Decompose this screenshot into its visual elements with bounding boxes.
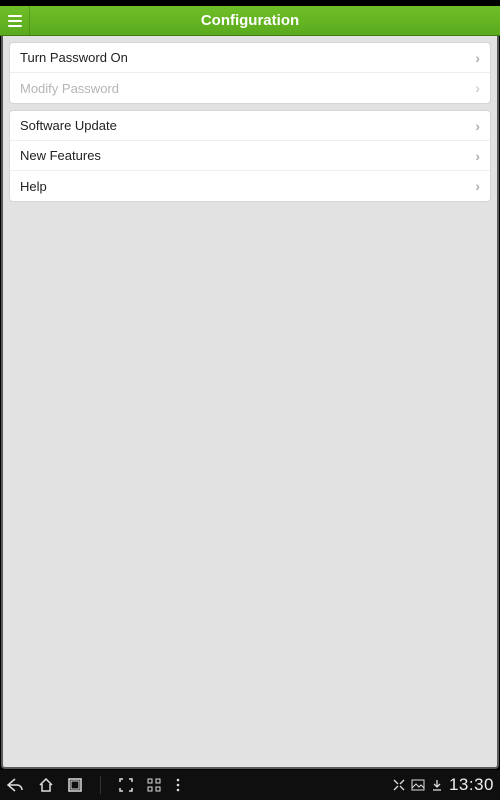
chevron-right-icon: › bbox=[475, 178, 480, 194]
app-header: Configuration bbox=[0, 6, 500, 36]
recents-icon[interactable] bbox=[68, 778, 82, 792]
row-turn-password-on[interactable]: Turn Password On › bbox=[10, 43, 490, 73]
fullscreen-icon[interactable] bbox=[393, 779, 405, 791]
gallery-icon bbox=[411, 779, 425, 791]
content-area: Turn Password On › Modify Password › Sof… bbox=[1, 36, 499, 769]
chevron-right-icon: › bbox=[475, 50, 480, 66]
navbar-right: 13:30 bbox=[393, 775, 494, 795]
screen: Configuration Turn Password On › Modify … bbox=[0, 0, 500, 800]
back-icon[interactable] bbox=[6, 778, 24, 792]
status-clock: 13:30 bbox=[449, 775, 494, 795]
row-label: Software Update bbox=[20, 118, 475, 133]
row-label: New Features bbox=[20, 148, 475, 163]
home-icon[interactable] bbox=[38, 778, 54, 792]
row-software-update[interactable]: Software Update › bbox=[10, 111, 490, 141]
hamburger-icon bbox=[8, 15, 22, 17]
chevron-right-icon: › bbox=[475, 148, 480, 164]
download-icon bbox=[431, 779, 443, 791]
row-help[interactable]: Help › bbox=[10, 171, 490, 201]
navbar-left bbox=[6, 776, 181, 794]
divider bbox=[100, 776, 101, 794]
page-title: Configuration bbox=[30, 12, 500, 29]
row-label: Turn Password On bbox=[20, 50, 475, 65]
menu-button[interactable] bbox=[0, 6, 30, 36]
row-new-features[interactable]: New Features › bbox=[10, 141, 490, 171]
chevron-right-icon: › bbox=[475, 80, 480, 96]
row-label: Help bbox=[20, 179, 475, 194]
apps-icon[interactable] bbox=[147, 778, 161, 792]
settings-group-general: Software Update › New Features › Help › bbox=[9, 110, 491, 202]
screenshot-icon[interactable] bbox=[119, 778, 133, 792]
chevron-right-icon: › bbox=[475, 118, 480, 134]
system-navbar: 13:30 bbox=[0, 770, 500, 800]
row-modify-password: Modify Password › bbox=[10, 73, 490, 103]
row-label: Modify Password bbox=[20, 81, 475, 96]
menu-dots-icon[interactable] bbox=[175, 778, 181, 792]
settings-group-password: Turn Password On › Modify Password › bbox=[9, 42, 491, 104]
